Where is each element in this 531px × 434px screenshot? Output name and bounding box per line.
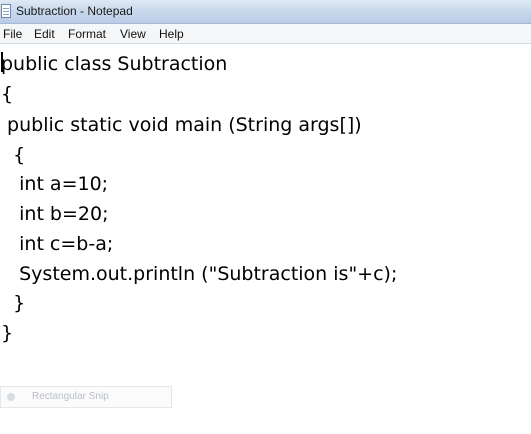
menu-bar: File Edit Format View Help	[0, 24, 531, 44]
menu-view[interactable]: View	[120, 27, 146, 41]
snip-mode-overlay[interactable]: Rectangular Snip	[0, 386, 172, 408]
code-line: System.out.println ("Subtraction is"+c);	[1, 263, 398, 285]
title-bar[interactable]: Subtraction - Notepad	[0, 0, 531, 24]
snip-mode-label: Rectangular Snip	[32, 391, 109, 402]
window-title: Subtraction - Notepad	[16, 4, 133, 18]
code-line: }	[1, 292, 26, 314]
code-line: public class Subtraction	[1, 53, 228, 75]
notepad-icon	[1, 4, 11, 18]
code-line: public static void main (String args[])	[1, 114, 362, 136]
menu-format[interactable]: Format	[68, 27, 106, 41]
code-line: int c=b-a;	[1, 233, 114, 255]
code-line: }	[1, 322, 14, 344]
code-line: {	[1, 144, 26, 166]
code-line: int a=10;	[1, 173, 109, 195]
code-line: int b=20;	[1, 203, 109, 225]
menu-edit[interactable]: Edit	[34, 27, 55, 41]
notepad-window: Subtraction - Notepad File Edit Format V…	[0, 0, 531, 434]
snip-mode-icon	[7, 393, 15, 401]
menu-file[interactable]: File	[3, 27, 22, 41]
code-line: {	[1, 83, 14, 105]
menu-help[interactable]: Help	[159, 27, 184, 41]
